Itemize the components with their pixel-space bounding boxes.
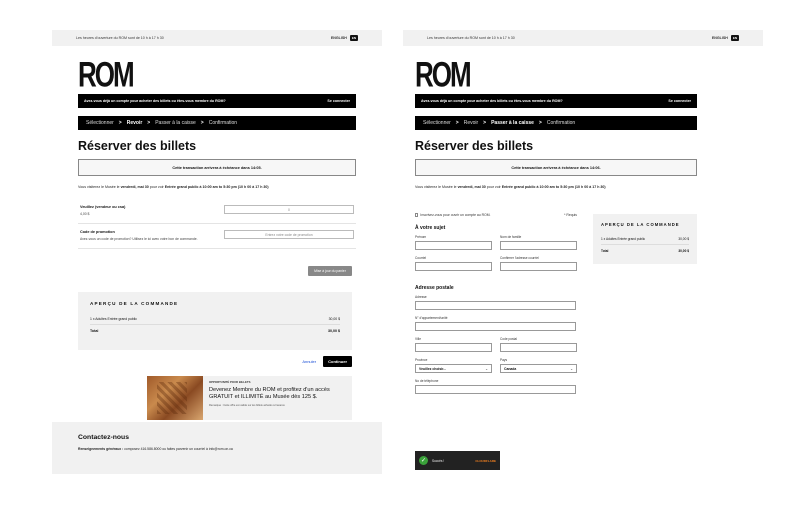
promo-kicker: OPPORTUNITÉ POUR BILLETS: [209, 380, 251, 384]
postal-code-label: Code postal: [500, 337, 518, 341]
customer-form: À votre sujet Prénom Nom de famille Cour…: [415, 215, 580, 400]
step-review: Revoir: [126, 120, 143, 126]
email-field[interactable]: [415, 262, 492, 271]
chevron-right-icon: >: [538, 120, 542, 126]
visit-details: Vous visiterez le Musée le vendredi, mai…: [415, 185, 606, 189]
top-info-bar: Les heures d'ouverture du ROM sont de 10…: [403, 30, 763, 46]
unit-field[interactable]: [415, 322, 576, 331]
checkmark-icon: ✓: [419, 456, 428, 465]
step-checkout: Passer à la caisse: [491, 120, 534, 126]
expiry-timer: Cette transaction arrivera à échéance da…: [78, 159, 356, 176]
city-field[interactable]: [415, 343, 492, 352]
membership-promo-card[interactable]: OPPORTUNITÉ POUR BILLETS Devenez Membre …: [147, 376, 352, 420]
step-select[interactable]: Sélectionner: [423, 120, 451, 126]
phone-field[interactable]: [415, 385, 576, 394]
email-label: Courriel: [415, 256, 427, 260]
last-name-label: Nom de famille: [500, 235, 522, 239]
opening-hours: Les heures d'ouverture du ROM sont de 10…: [76, 36, 164, 40]
chevron-right-icon: >: [200, 120, 204, 126]
promo-code-help: Avez-vous un code de promotion? Utilisez…: [80, 237, 198, 241]
step-review[interactable]: Revoir: [464, 120, 478, 126]
order-summary: APERÇU DE LA COMMANDE 1 x Adultes Entrée…: [78, 292, 352, 350]
contact-info: Renseignements généraux : composez 416.5…: [78, 447, 233, 451]
captcha-status: Succès !: [432, 458, 445, 463]
checkout-review-page: Les heures d'ouverture du ROM sont de 10…: [52, 30, 382, 474]
rom-logo[interactable]: ROM: [415, 54, 763, 108]
chevron-right-icon: >: [455, 120, 459, 126]
chevron-right-icon: >: [147, 120, 151, 126]
language-icon: EN: [730, 35, 739, 41]
donation-quantity-input[interactable]: 0: [224, 205, 354, 214]
chevron-right-icon: >: [118, 120, 122, 126]
update-cart-button[interactable]: Mise à jour du panier: [308, 266, 352, 276]
about-you-heading: À votre sujet: [415, 225, 446, 231]
captcha-widget[interactable]: ✓ Succès ! CLOUDFLARE: [415, 451, 500, 470]
rom-logo[interactable]: ROM: [78, 54, 382, 108]
checkout-steps: Sélectionner > Revoir > Passer à la cais…: [415, 116, 697, 130]
unit-label: N° d'appartement/unité: [415, 316, 448, 320]
page-title: Réserver des billets: [415, 139, 534, 153]
city-label: Ville: [415, 337, 421, 341]
province-select[interactable]: Veuillez choisir... ⌄: [415, 364, 492, 373]
promo-headline: Devenez Membre du ROM et profitez d'un a…: [209, 387, 330, 400]
summary-title: APERÇU DE LA COMMANDE: [601, 222, 680, 227]
summary-line-item: 1 x Adultes Entrée grand public 30,00 $: [90, 314, 340, 325]
continue-button[interactable]: Continuer: [323, 356, 352, 367]
cancel-link[interactable]: Annuler: [302, 359, 316, 364]
province-label: Province: [415, 358, 428, 362]
chevron-down-icon: ⌄: [570, 366, 573, 371]
summary-line-item: 1 x Adultes Entrée grand public 30,00 $: [601, 234, 689, 245]
donation-row: Veuillez (vendeur ou csa) 4,00 $ 0: [78, 199, 356, 224]
address-label: Adresse: [415, 295, 427, 299]
postal-code-field[interactable]: [500, 343, 577, 352]
cloudflare-logo: CLOUDFLARE: [475, 458, 496, 463]
country-select[interactable]: Canada ⌄: [500, 364, 577, 373]
summary-total: Total 30,00 $: [601, 249, 689, 253]
expiry-timer: Cette transaction arrivera à échéance da…: [415, 159, 697, 176]
promo-code-input[interactable]: Entrez votre code de promotion: [224, 230, 354, 239]
step-confirmation: Confirmation: [208, 120, 238, 126]
page-title: Réserver des billets: [78, 139, 197, 153]
phone-label: No de téléphone: [415, 379, 439, 383]
language-switch[interactable]: ENGLISH EN: [712, 35, 739, 41]
donation-price: 4,00 $: [80, 212, 90, 216]
donation-label: Veuillez (vendeur ou csa): [80, 205, 126, 209]
address-field[interactable]: [415, 301, 576, 310]
summary-title: APERÇU DE LA COMMANDE: [90, 301, 179, 306]
language-icon: EN: [349, 35, 358, 41]
step-confirmation: Confirmation: [546, 120, 576, 126]
summary-total: Total 30,00 $: [90, 329, 340, 333]
last-name-field[interactable]: [500, 241, 577, 250]
order-summary: APERÇU DE LA COMMANDE 1 x Adultes Entrée…: [593, 214, 697, 264]
checkout-steps: Sélectionner > Revoir > Passer à la cais…: [78, 116, 356, 130]
contact-title: Contactez-nous: [78, 434, 129, 441]
confirm-email-label: Confirmer l'adresse courriel: [500, 256, 539, 260]
contact-footer: Contactez-nous Renseignements généraux :…: [52, 422, 382, 474]
first-name-label: Prénom: [415, 235, 427, 239]
step-checkout: Passer à la caisse: [155, 120, 196, 126]
promo-code-label: Code de promotion: [80, 230, 115, 234]
checkout-form-page: Les heures d'ouverture du ROM sont de 10…: [403, 30, 763, 474]
country-label: Pays: [500, 358, 508, 362]
chevron-down-icon: ⌄: [485, 366, 488, 371]
promo-footnote: Remarque : Cette offre est valide sur le…: [209, 404, 285, 408]
chevron-right-icon: >: [483, 120, 487, 126]
opening-hours: Les heures d'ouverture du ROM sont de 10…: [427, 36, 515, 40]
promo-image: [147, 376, 203, 420]
promo-code-row: Code de promotion Avez-vous un code de p…: [78, 224, 356, 249]
top-info-bar: Les heures d'ouverture du ROM sont de 10…: [52, 30, 382, 46]
language-switch[interactable]: ENGLISH EN: [331, 35, 358, 41]
postal-address-heading: Adresse postale: [415, 285, 454, 291]
form-actions: Annuler Continuer: [302, 356, 352, 367]
confirm-email-field[interactable]: [500, 262, 577, 271]
step-select[interactable]: Sélectionner: [86, 120, 114, 126]
first-name-field[interactable]: [415, 241, 492, 250]
